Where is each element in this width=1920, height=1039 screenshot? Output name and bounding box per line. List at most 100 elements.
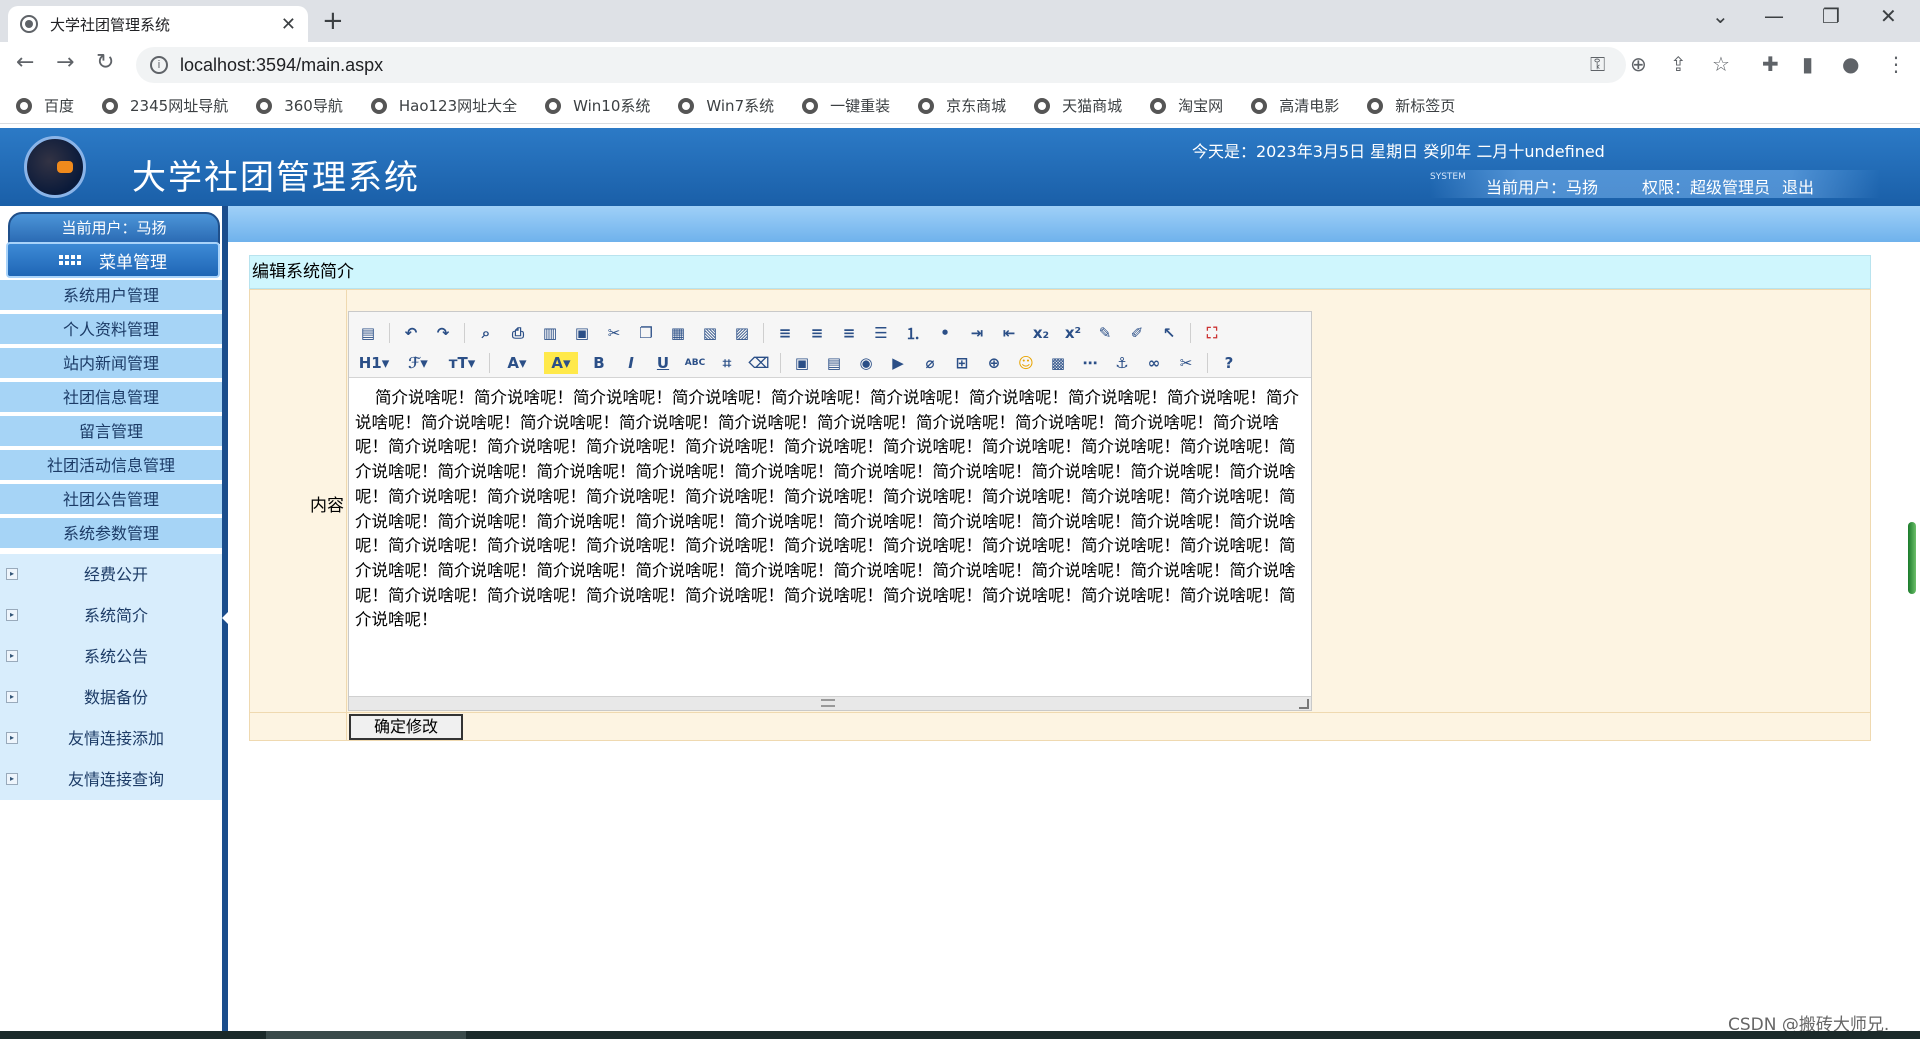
picture-icon[interactable]: ▩ <box>1047 352 1069 374</box>
browser-tab[interactable]: 大学社团管理系统 ✕ <box>8 6 308 42</box>
sidebar-subitem-link-query[interactable]: ▸ 友情连接查询 <box>0 759 222 800</box>
scroll-indicator[interactable] <box>1908 522 1916 594</box>
font-size-dropdown[interactable]: тT▾ <box>445 352 479 374</box>
anchor-icon[interactable]: ⚓ <box>1111 352 1133 374</box>
collapse-arrow-icon[interactable] <box>222 612 228 624</box>
align-left-icon[interactable]: ≡ <box>774 322 796 344</box>
zoom-icon[interactable]: ⊕ <box>1630 52 1647 76</box>
media-icon[interactable]: ▶ <box>887 352 909 374</box>
logout-link[interactable]: 退出 <box>1782 174 1814 198</box>
bookmark[interactable]: 淘宝网 <box>1150 95 1223 116</box>
confirm-edit-button[interactable]: 确定修改 <box>349 714 463 740</box>
sidebar-item-activities[interactable]: 社团活动信息管理 <box>0 450 222 482</box>
bookmark[interactable]: 天猫商城 <box>1034 95 1122 116</box>
paste-icon[interactable]: ▦ <box>667 322 689 344</box>
copy-icon[interactable]: ❐ <box>635 322 657 344</box>
close-window-button[interactable]: ✕ <box>1880 4 1897 28</box>
reload-icon[interactable]: ↻ <box>96 50 114 75</box>
table-icon[interactable]: ⊞ <box>951 352 973 374</box>
share-icon[interactable]: ⇪ <box>1670 52 1687 76</box>
star-icon[interactable]: ☆ <box>1712 52 1730 76</box>
print-icon[interactable]: ⎙ <box>507 322 529 344</box>
preview-icon[interactable]: ⌕ <box>475 322 497 344</box>
font-family-dropdown[interactable]: ℱ▾ <box>401 352 435 374</box>
source-icon[interactable]: ▤ <box>357 322 379 344</box>
paste-text-icon[interactable]: ▧ <box>699 322 721 344</box>
outdent-icon[interactable]: ⇤ <box>998 322 1020 344</box>
address-bar[interactable]: i localhost:3594/main.aspx <box>136 47 1626 83</box>
sidebar-item-profile[interactable]: 个人资料管理 <box>0 314 222 346</box>
attachment-icon[interactable]: ⌀ <box>919 352 941 374</box>
tab-search-icon[interactable]: ⌄ <box>1712 4 1729 28</box>
heading-dropdown[interactable]: H1▾ <box>357 352 391 374</box>
hr-icon[interactable]: ⌗ <box>716 352 738 374</box>
bookmark[interactable]: 360导航 <box>256 95 343 116</box>
bookmark[interactable]: 京东商城 <box>918 95 1006 116</box>
multi-image-icon[interactable]: ▤ <box>823 352 845 374</box>
justify-icon[interactable]: ☰ <box>870 322 892 344</box>
drag-handle-icon[interactable] <box>821 699 835 707</box>
superscript-icon[interactable]: x² <box>1062 322 1084 344</box>
menu-icon[interactable]: ⋮ <box>1886 52 1906 76</box>
taskbar-item[interactable] <box>266 1031 466 1039</box>
unlink-icon[interactable]: ✂ <box>1175 352 1197 374</box>
sidebar-subitem-funds[interactable]: ▸ 经费公开 <box>0 554 222 595</box>
bookmark[interactable]: 百度 <box>16 95 74 116</box>
cursor-icon[interactable]: ↖ <box>1158 322 1180 344</box>
sidebar-subitem-backup[interactable]: ▸ 数据备份 <box>0 677 222 718</box>
sidebar-item-params[interactable]: 系统参数管理 <box>0 518 222 550</box>
bookmark[interactable]: 一键重装 <box>802 95 890 116</box>
editor-content[interactable]: 简介说啥呢！简介说啥呢！简介说啥呢！简介说啥呢！简介说啥呢！简介说啥呢！简介说啥… <box>355 386 1305 676</box>
back-icon[interactable]: ← <box>16 50 34 75</box>
sidebar-item-announcements[interactable]: 社团公告管理 <box>0 484 222 516</box>
unordered-list-icon[interactable]: • <box>934 322 956 344</box>
minimize-button[interactable]: — <box>1764 4 1784 28</box>
resize-grip-icon[interactable] <box>1299 699 1309 709</box>
link-icon[interactable]: ∞ <box>1143 352 1165 374</box>
fullscreen-icon[interactable]: ⛶ <box>1201 322 1223 344</box>
highlight-button[interactable]: A▾ <box>544 352 578 374</box>
profile-icon[interactable]: ● <box>1842 52 1859 76</box>
strike-button[interactable]: ABC <box>684 352 706 374</box>
bookmark[interactable]: 2345网址导航 <box>102 95 228 116</box>
bookmark[interactable]: 高清电影 <box>1251 95 1339 116</box>
underline-button[interactable]: U <box>652 352 674 374</box>
bold-button[interactable]: B <box>588 352 610 374</box>
url-text[interactable]: localhost:3594/main.aspx <box>180 55 383 76</box>
font-color-button[interactable]: A▾ <box>500 352 534 374</box>
extensions-icon[interactable]: ✚ <box>1762 52 1779 76</box>
tab-close-button[interactable]: ✕ <box>281 14 296 35</box>
flash-icon[interactable]: ◉ <box>855 352 877 374</box>
rich-text-editor[interactable]: ▤ ↶ ↷ ⌕ ⎙ ▥ ▣ ✂ ❐ ▦ ▧ ▨ ≡ ≡ ≡ ☰ ⒈ • ⇥ ⇤ … <box>348 311 1312 711</box>
bookmark[interactable]: Win7系统 <box>678 95 774 116</box>
sidepanel-icon[interactable]: ▮ <box>1802 52 1813 76</box>
new-tab-button[interactable]: + <box>322 6 344 36</box>
key-icon[interactable]: ⚿ <box>1590 52 1605 76</box>
paste-word-icon[interactable]: ▨ <box>731 322 753 344</box>
image-icon[interactable]: ▣ <box>791 352 813 374</box>
eraser-icon[interactable]: ⌫ <box>748 352 770 374</box>
sidebar-subitem-intro[interactable]: ▸ 系统简介 <box>0 595 222 636</box>
align-right-icon[interactable]: ≡ <box>838 322 860 344</box>
sidebar-item-news[interactable]: 站内新闻管理 <box>0 348 222 380</box>
italic-button[interactable]: I <box>620 352 642 374</box>
template-icon[interactable]: ▥ <box>539 322 561 344</box>
ordered-list-icon[interactable]: ⒈ <box>902 322 924 344</box>
sidebar-item-club-info[interactable]: 社团信息管理 <box>0 382 222 414</box>
clear-format-icon[interactable]: ✎ <box>1094 322 1116 344</box>
bookmark[interactable]: Hao123网址大全 <box>370 95 517 116</box>
indent-icon[interactable]: ⇥ <box>966 322 988 344</box>
subscript-icon[interactable]: x₂ <box>1030 322 1052 344</box>
info-icon[interactable]: i <box>150 56 168 74</box>
select-all-icon[interactable]: ✐ <box>1126 322 1148 344</box>
cut-icon[interactable]: ✂ <box>603 322 625 344</box>
restore-button[interactable]: ❐ <box>1822 4 1840 28</box>
help-icon[interactable]: ? <box>1218 352 1240 374</box>
code-icon[interactable]: ▣ <box>571 322 593 344</box>
bookmark[interactable]: Win10系统 <box>545 95 650 116</box>
sidebar-item-users[interactable]: 系统用户管理 <box>0 280 222 312</box>
pagebreak-icon[interactable]: ⋯ <box>1079 352 1101 374</box>
redo-icon[interactable]: ↷ <box>432 322 454 344</box>
forward-icon[interactable]: → <box>56 50 74 75</box>
undo-icon[interactable]: ↶ <box>400 322 422 344</box>
